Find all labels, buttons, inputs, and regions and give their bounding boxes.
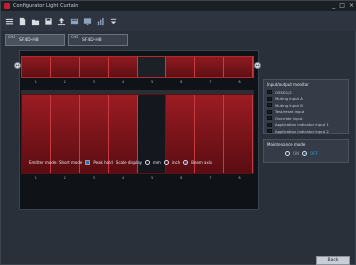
close-button[interactable]: ×: [349, 2, 354, 10]
maintenance-on-radio[interactable]: [285, 151, 290, 156]
back-button[interactable]: Back: [316, 256, 350, 265]
toolbar: [1, 11, 356, 31]
beam-cell: [79, 57, 109, 77]
beam-number: 7: [209, 176, 212, 180]
io-monitor-title: Input/output monitor: [267, 82, 309, 87]
io-monitor-label: Muting input A: [275, 96, 303, 102]
beam-number: 7: [209, 80, 212, 84]
io-monitor-label: OSSD1/2: [275, 89, 292, 95]
channel-label: CH2: [71, 35, 79, 39]
beam-cell: [137, 57, 167, 77]
io-monitor-panel: Input/output monitor OSSD1/2 Muting input…: [263, 79, 349, 134]
beam-number: 5: [150, 80, 154, 84]
status-indicator-icon: [267, 109, 272, 114]
beam-cell: [22, 57, 51, 77]
io-monitor-label: Muting input B: [275, 102, 303, 108]
window-title: Configurator Light Curtain: [13, 3, 79, 9]
io-monitor-label: Application indicator input 1: [275, 122, 329, 128]
beam-cell: [224, 57, 253, 77]
maintenance-panel: Maintenance mode ON OFF: [263, 139, 349, 163]
channel-tab-1[interactable]: CH1 SF4D-H8: [5, 34, 65, 46]
maintenance-title: Maintenance mode: [267, 142, 306, 147]
new-file-icon[interactable]: [18, 17, 27, 26]
channel-tab-2[interactable]: CH2 SF4D-H8: [68, 34, 128, 46]
scale-beam-axis-radio[interactable]: [183, 160, 189, 165]
dropdown-icon[interactable]: [109, 17, 118, 26]
io-monitor-label: Test/reset input: [275, 109, 305, 115]
beam-overview-numbers: 1 2 3 4 5 6 7 8: [21, 80, 254, 87]
minimize-button[interactable]: _: [332, 2, 335, 10]
chart-icon[interactable]: [96, 17, 105, 26]
beam-number: 6: [180, 176, 183, 180]
emitter-mode-label: Emitter mode: Short mode: [29, 160, 83, 165]
beam-level-numbers: 1 2 3 4 5 6 7 8: [21, 176, 254, 183]
scale-mm-radio[interactable]: [145, 160, 151, 165]
beam-number: 3: [92, 176, 95, 180]
beam-overview-strip[interactable]: [21, 56, 254, 78]
title-bar: Configurator Light Curtain _ □ ×: [1, 1, 356, 11]
menu-icon[interactable]: [5, 17, 14, 26]
maintenance-on-label: ON: [293, 151, 300, 156]
beam-cell: [166, 57, 196, 77]
peak-hold-label: Peak hold: [93, 160, 113, 165]
io-monitor-row: Application indicator input 2: [267, 128, 345, 135]
maintenance-off-label: OFF: [310, 151, 318, 156]
beam-number: 1: [34, 176, 37, 180]
beam-number: 4: [121, 80, 125, 84]
beam-number: 1: [34, 80, 37, 84]
maximize-button[interactable]: □: [339, 2, 345, 10]
status-indicator-icon: [267, 103, 272, 108]
upload-icon[interactable]: [57, 17, 66, 26]
beam-number: 6: [180, 80, 183, 84]
io-monitor-label: Application indicator input 2: [275, 128, 329, 134]
io-monitor-label: Override input: [275, 115, 303, 121]
peak-hold-checkbox[interactable]: [85, 160, 91, 165]
channel-model: SF4D-H8: [82, 37, 102, 43]
beam-number: 3: [92, 80, 95, 84]
beam-number: 4: [121, 176, 125, 180]
beam-number: 5: [150, 176, 154, 180]
beam-cell: [108, 57, 138, 77]
scale-inch-label: inch: [171, 160, 181, 165]
beam-cell: [50, 57, 80, 77]
beam-number: 8: [238, 80, 241, 84]
status-indicator-icon: [267, 96, 272, 101]
status-indicator-icon: [267, 116, 272, 121]
scale-display-label: Scale display: [115, 160, 143, 165]
beam-number: 2: [63, 80, 66, 84]
maintenance-off-radio[interactable]: [302, 151, 308, 156]
right-drag-handle[interactable]: ↔: [254, 62, 261, 69]
teach-icon[interactable]: [70, 17, 79, 26]
status-indicator-icon: [267, 90, 272, 95]
monitor-icon[interactable]: [83, 17, 92, 26]
status-indicator-icon: [267, 129, 272, 134]
configurator-window: Configurator Light Curtain _ □ × CH1 SF4…: [0, 0, 356, 265]
beam-number: 2: [63, 176, 66, 180]
save-icon[interactable]: [44, 17, 53, 26]
beam-cell: [195, 57, 225, 77]
status-indicator-icon: [267, 122, 272, 127]
left-drag-handle[interactable]: ↔: [14, 62, 21, 69]
channel-model: SF4D-H8: [19, 37, 39, 43]
open-folder-icon[interactable]: [31, 17, 40, 26]
app-icon: [4, 3, 10, 9]
scale-mm-label: mm: [153, 160, 161, 165]
display-settings-row: Emitter mode: Short mode Peak hold Scale…: [29, 157, 249, 168]
scale-inch-radio[interactable]: [163, 160, 169, 165]
beam-number: 8: [238, 176, 241, 180]
channel-label: CH1: [8, 35, 16, 39]
scale-beam-axis-label: Beam axis: [191, 160, 213, 165]
